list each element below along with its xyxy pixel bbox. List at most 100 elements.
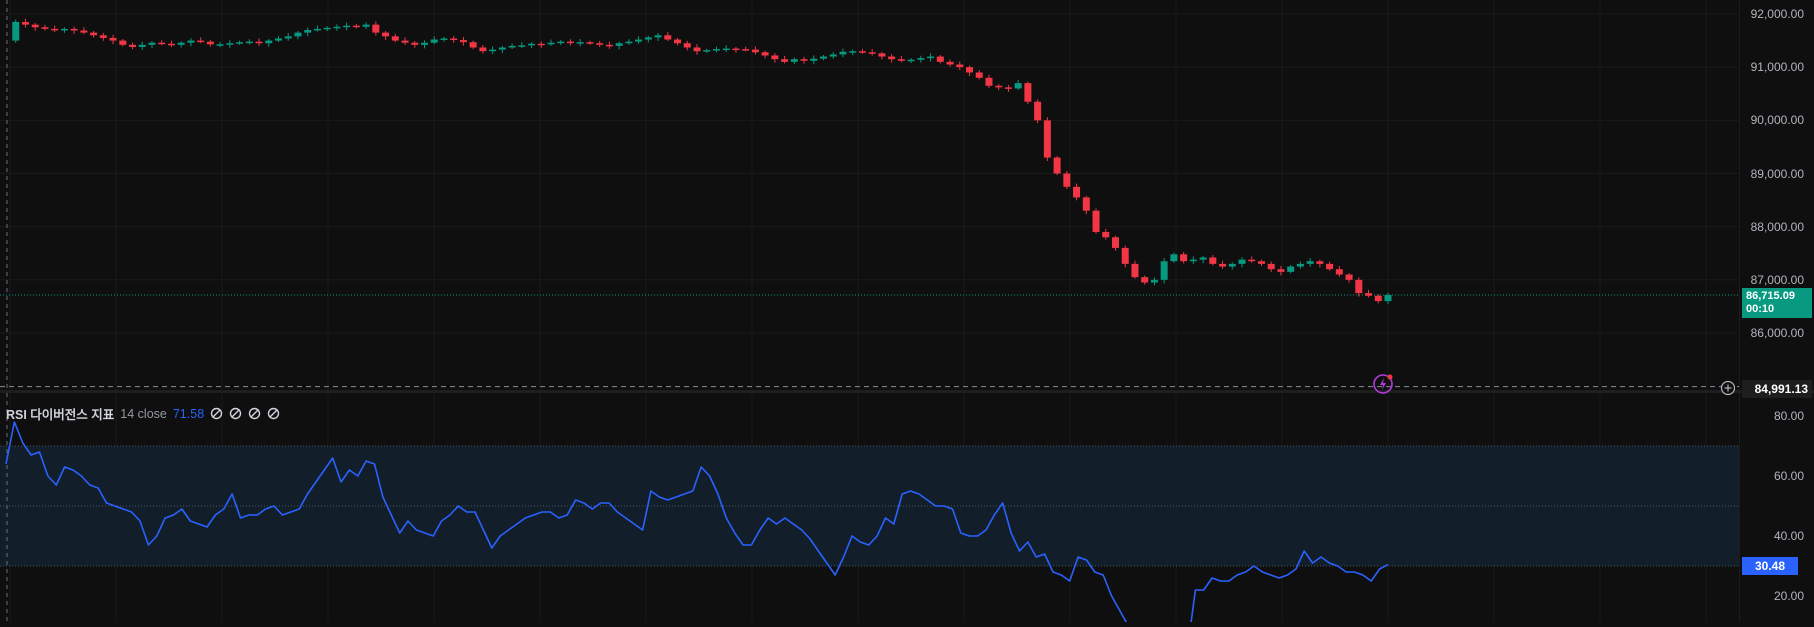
candle-down [99, 35, 107, 38]
candle-up [703, 50, 711, 52]
candle-down [781, 59, 789, 62]
candle-up [907, 59, 915, 62]
candle-down [858, 51, 866, 53]
rsi-tick: 40.00 [1773, 529, 1804, 543]
price-tick: 88,000.00 [1750, 220, 1804, 234]
candle-up [927, 56, 935, 59]
candle-down [1209, 257, 1217, 264]
candle-down [771, 55, 779, 60]
candle-down [1267, 263, 1275, 270]
candle-down [1024, 83, 1032, 102]
candle-down [1092, 210, 1100, 232]
candle-up [820, 56, 828, 59]
candle-up [148, 42, 156, 45]
candle-down [868, 52, 876, 54]
candle-down [255, 41, 263, 44]
candle-down [119, 40, 127, 45]
candle-up [265, 40, 273, 44]
candle-down [1111, 237, 1119, 248]
candle-down [450, 38, 458, 41]
indicator-value: 71.58 [172, 406, 205, 421]
candle-down [382, 32, 390, 37]
candle-up [440, 38, 448, 40]
candle-up [547, 42, 555, 45]
price-tick: 91,000.00 [1750, 60, 1804, 74]
candle-down [732, 48, 740, 51]
candle-up [489, 49, 497, 52]
candle-up [1160, 261, 1168, 280]
candle-up [430, 39, 438, 43]
candle-up [829, 54, 837, 57]
candle-up [625, 41, 633, 44]
indicator-name[interactable]: RSI 다이버전스 지표 [6, 404, 114, 423]
price-tick: 92,000.00 [1750, 7, 1804, 21]
candle-up [1287, 266, 1295, 272]
eye-slash-icon[interactable] [248, 407, 261, 420]
candle-down [41, 27, 49, 29]
candle-down [70, 28, 78, 31]
candle-up [528, 43, 536, 46]
candle-down [1043, 120, 1051, 158]
candle-down [1063, 173, 1071, 187]
candle-up [420, 42, 428, 45]
eye-slash-icon[interactable] [210, 407, 223, 420]
candle-down [751, 49, 759, 53]
rsi-tick: 20.00 [1773, 589, 1804, 603]
candle-down [1219, 263, 1227, 267]
candle-up [1189, 259, 1197, 262]
candle-down [742, 49, 750, 51]
price-scale[interactable]: 92,000.00 91,000.00 90,000.00 89,000.00 … [1740, 0, 1814, 398]
current-price-value: 86,715.09 [1746, 290, 1795, 302]
candle-down [109, 37, 117, 41]
candle-up [917, 58, 925, 60]
candle-down [1180, 254, 1188, 262]
candle-down [605, 44, 613, 47]
candle-down [391, 36, 399, 41]
candle-down [878, 53, 886, 57]
candle-up [138, 44, 146, 47]
candle-down [693, 47, 701, 52]
candle-down [966, 67, 974, 73]
rsi-indicator-pane[interactable] [0, 393, 1740, 627]
candle-down [596, 43, 604, 45]
price-chart-pane[interactable] [0, 0, 1740, 390]
lightning-alert-icon[interactable] [1372, 371, 1396, 395]
candle-up [557, 41, 565, 44]
candle-down [888, 56, 896, 60]
eye-slash-icon[interactable] [229, 407, 242, 420]
candle-up [654, 35, 662, 38]
candle-up [226, 43, 234, 45]
candle-down [1053, 157, 1061, 174]
indicator-params: 14 close [120, 406, 167, 421]
candle-up [323, 27, 331, 30]
candle-down [664, 35, 672, 40]
candlestick-chart[interactable] [0, 0, 1740, 390]
candle-down [411, 42, 419, 45]
eye-slash-icon[interactable] [267, 407, 280, 420]
candle-up [1306, 261, 1314, 264]
candle-down [975, 72, 983, 78]
candle-down [1374, 295, 1382, 302]
candle-down [674, 39, 682, 44]
plus-circle-icon[interactable] [1720, 380, 1736, 396]
rsi-scale[interactable]: 80.00 60.00 40.00 20.00 30.48 [1740, 393, 1814, 622]
candle-down [586, 42, 594, 44]
candle-down [206, 41, 214, 45]
price-tick: 90,000.00 [1750, 113, 1804, 127]
candle-down [1141, 277, 1149, 283]
candle-down [352, 25, 360, 28]
rsi-legend[interactable]: RSI 다이버전스 지표 14 close 71.58 [6, 404, 280, 423]
candle-up [304, 29, 312, 33]
candle-up [362, 24, 370, 27]
candle-down [946, 61, 954, 65]
candle-down [1257, 261, 1265, 264]
candle-up [615, 43, 623, 46]
candle-up [722, 48, 730, 51]
candle-down [401, 40, 409, 43]
candle-up [810, 58, 818, 61]
rsi-current-badge: 30.48 [1742, 557, 1798, 575]
candle-up [498, 47, 506, 50]
rsi-chart[interactable] [0, 393, 1740, 627]
candle-down [167, 43, 175, 46]
candle-up [177, 42, 185, 45]
